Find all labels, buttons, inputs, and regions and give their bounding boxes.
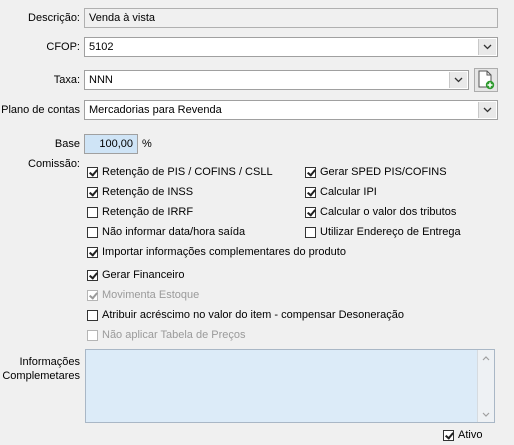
- checkbox-label: Gerar SPED PIS/COFINS: [320, 166, 447, 178]
- checkbox-calcular-ipi[interactable]: Calcular IPI: [305, 184, 377, 200]
- checkbox-ativo[interactable]: Ativo: [443, 427, 482, 443]
- checkbox-retencao-inss[interactable]: Retenção de INSS: [87, 184, 193, 200]
- checkbox-utilizar-endereco[interactable]: Utilizar Endereço de Entrega: [305, 224, 461, 240]
- checkbox-nao-aplicar-tabela: Não aplicar Tabela de Preços: [87, 327, 246, 343]
- plano-select[interactable]: Mercadorias para Revenda: [84, 100, 498, 120]
- checkbox-box[interactable]: [87, 206, 98, 218]
- checkbox-box[interactable]: [305, 206, 316, 218]
- chevron-down-icon: [483, 107, 492, 113]
- comissao-input[interactable]: 100,00: [84, 134, 138, 154]
- checkbox-box[interactable]: [87, 269, 98, 281]
- comissao-label: Base Comissão:: [28, 138, 80, 170]
- checkbox-label: Retenção de IRRF: [102, 206, 194, 218]
- descricao-field: Venda à vista: [84, 8, 498, 28]
- checkbox-label: Retenção de INSS: [102, 186, 194, 198]
- checkbox-label: Calcular IPI: [320, 186, 377, 198]
- checkbox-importar-info[interactable]: Importar informações complementares do p…: [87, 244, 346, 260]
- checkbox-movimenta-estoque: Movimenta Estoque: [87, 287, 199, 303]
- checkbox-label: Não aplicar Tabela de Preços: [102, 329, 246, 341]
- scroll-down-arrow-icon[interactable]: [478, 406, 494, 422]
- plano-label: Plano de contas: [1, 104, 80, 116]
- checkbox-label: Calcular o valor dos tributos: [320, 206, 457, 218]
- plano-value: Mercadorias para Revenda: [89, 104, 222, 116]
- new-document-icon: [478, 70, 495, 90]
- checkbox-retencao-pis[interactable]: Retenção de PIS / COFINS / CSLL: [87, 164, 273, 180]
- checkbox-label: Importar informações complementares do p…: [102, 246, 346, 258]
- checkbox-box[interactable]: [87, 226, 98, 238]
- taxa-value: NNN: [89, 74, 113, 86]
- checkbox-box[interactable]: [87, 309, 98, 321]
- cfop-value: 5102: [89, 41, 114, 53]
- checkbox-box[interactable]: [305, 166, 316, 178]
- taxa-dropdown-button[interactable]: [449, 72, 467, 88]
- checkbox-nao-informar-data[interactable]: Não informar data/hora saída: [87, 224, 245, 240]
- checkbox-box[interactable]: [305, 186, 316, 198]
- chevron-down-icon: [483, 44, 492, 50]
- info-scrollbar[interactable]: [477, 350, 494, 422]
- scroll-up-arrow-icon[interactable]: [478, 350, 494, 366]
- taxa-label: Taxa:: [53, 74, 80, 86]
- checkbox-calcular-tributos[interactable]: Calcular o valor dos tributos: [305, 204, 456, 220]
- checkbox-box: [87, 329, 98, 341]
- taxa-select[interactable]: NNN: [84, 70, 469, 90]
- checkbox-box: [87, 289, 98, 301]
- checkbox-label: Ativo: [458, 429, 483, 441]
- checkbox-label: Utilizar Endereço de Entrega: [320, 226, 461, 238]
- checkbox-gerar-sped[interactable]: Gerar SPED PIS/COFINS: [305, 164, 447, 180]
- checkbox-label: Não informar data/hora saída: [102, 226, 246, 238]
- new-taxa-button[interactable]: [474, 68, 498, 92]
- checkbox-box[interactable]: [87, 246, 98, 258]
- comissao-unit: %: [142, 138, 152, 150]
- info-label-line1: Informações: [19, 356, 80, 368]
- info-label: Informações Complemetares: [0, 355, 80, 383]
- checkbox-label: Retenção de PIS / COFINS / CSLL: [102, 166, 273, 178]
- checkbox-label: Atribuir acréscimo no valor do item - co…: [102, 309, 405, 321]
- checkbox-gerar-financeiro[interactable]: Gerar Financeiro: [87, 267, 185, 283]
- cfop-label: CFOP:: [46, 41, 80, 53]
- checkbox-label: Gerar Financeiro: [102, 269, 185, 281]
- descricao-label: Descrição:: [28, 12, 80, 24]
- plano-dropdown-button[interactable]: [478, 102, 496, 118]
- info-textarea[interactable]: [85, 349, 495, 423]
- checkbox-atribuir-acrescimo[interactable]: Atribuir acréscimo no valor do item - co…: [87, 307, 404, 323]
- checkbox-box[interactable]: [305, 226, 316, 238]
- cfop-select[interactable]: 5102: [84, 37, 498, 57]
- chevron-down-icon: [454, 77, 463, 83]
- checkbox-box[interactable]: [87, 166, 98, 178]
- info-label-line2: Complemetares: [2, 370, 80, 382]
- checkbox-box[interactable]: [443, 429, 454, 441]
- checkbox-label: Movimenta Estoque: [102, 289, 200, 301]
- checkbox-box[interactable]: [87, 186, 98, 198]
- cfop-dropdown-button[interactable]: [478, 39, 496, 55]
- checkbox-retencao-irrf[interactable]: Retenção de IRRF: [87, 204, 193, 220]
